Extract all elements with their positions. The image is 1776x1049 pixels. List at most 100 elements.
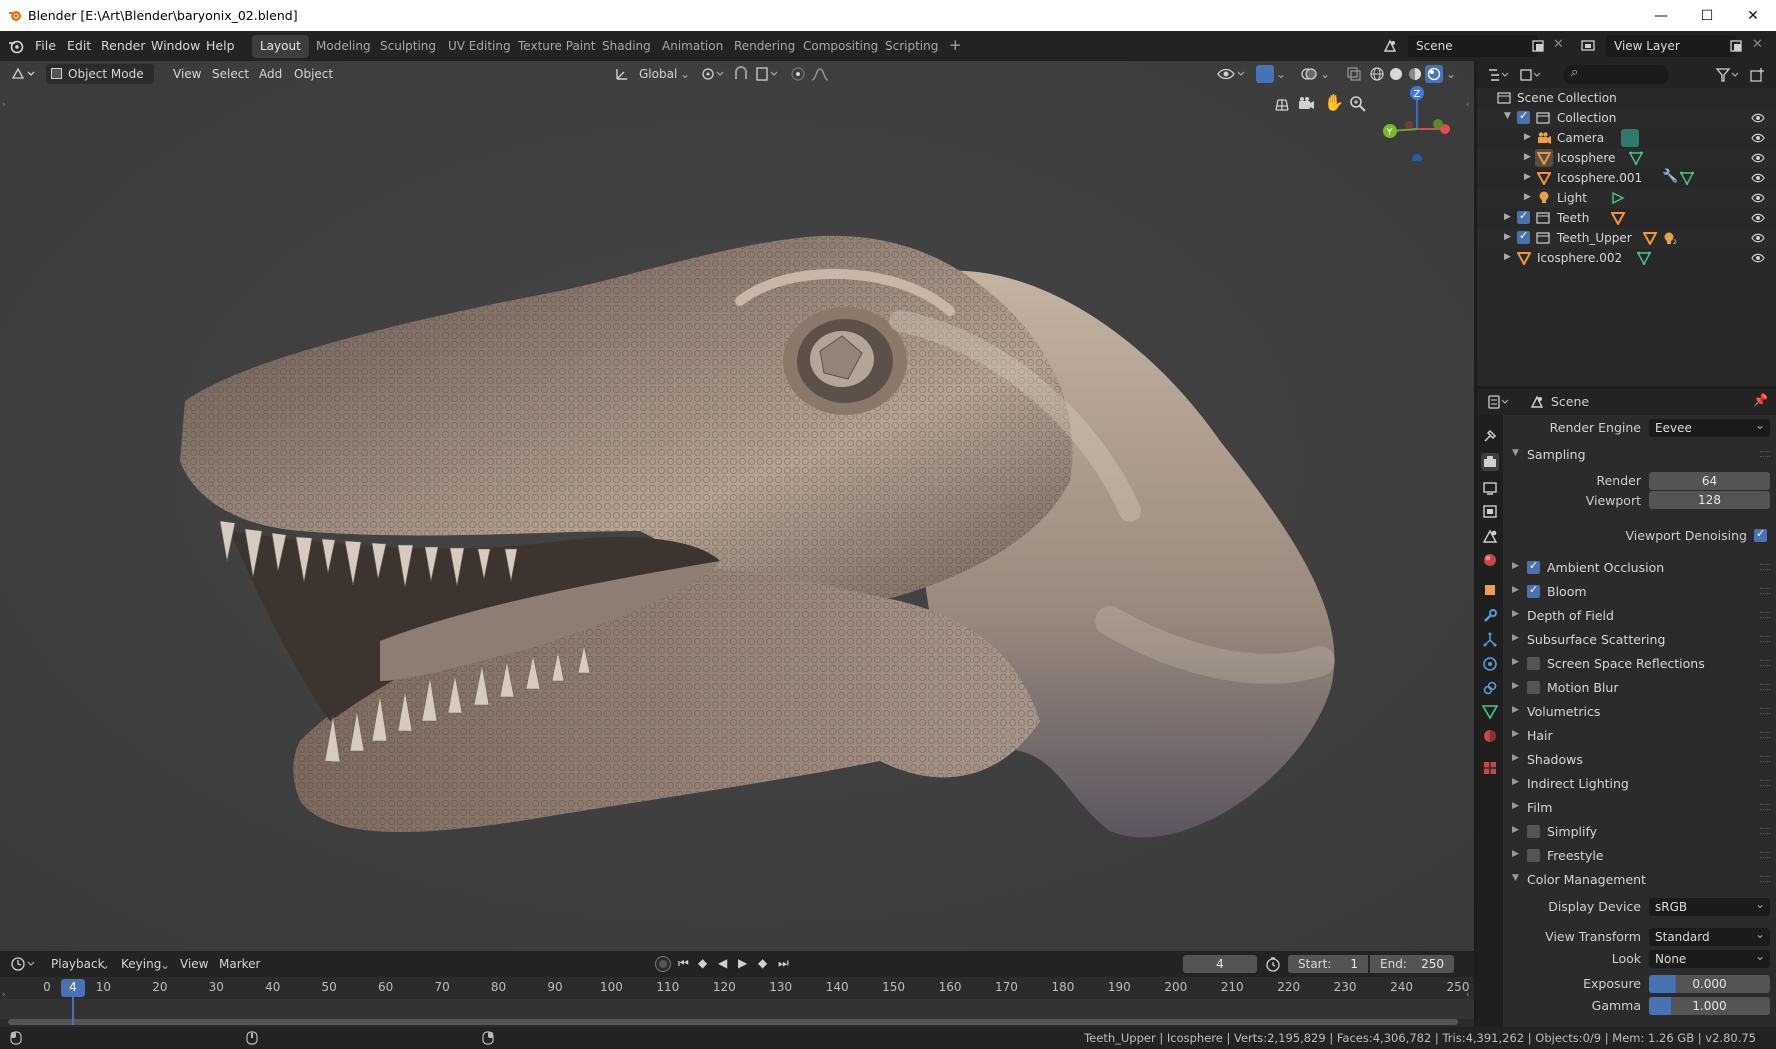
grid-view-icon[interactable]: [1272, 94, 1292, 114]
object-mode-dropdown[interactable]: Object Mode: [46, 64, 154, 84]
timeline-left-toggle-icon[interactable]: ›: [2, 990, 6, 1000]
stopwatch-icon[interactable]: [1265, 956, 1281, 972]
new-scene-icon[interactable]: [1531, 39, 1545, 53]
gamma-slider[interactable]: 1.000: [1649, 997, 1770, 1015]
output-tab-icon[interactable]: [1481, 479, 1499, 497]
panel-screen-space-reflections[interactable]: ▶ Screen Space Reflections: [1503, 652, 1776, 676]
playhead-frame-indicator[interactable]: 4: [61, 979, 85, 997]
tab-compositing[interactable]: Compositing: [795, 35, 886, 58]
tab-modeling[interactable]: Modeling: [308, 35, 379, 58]
eye-icon[interactable]: [1751, 191, 1765, 205]
texture-tab-icon[interactable]: [1481, 759, 1499, 777]
eye-icon[interactable]: [1751, 251, 1765, 265]
current-frame-field[interactable]: 4: [1183, 955, 1257, 973]
drag-handle-icon[interactable]: [1760, 732, 1770, 738]
freestyle-checkbox[interactable]: [1527, 849, 1540, 862]
eye-icon[interactable]: [1751, 151, 1765, 165]
eye-icon[interactable]: [1751, 231, 1765, 245]
outliner-row-scene-collection[interactable]: Scene Collection: [1477, 88, 1776, 108]
menu-view[interactable]: View: [166, 64, 208, 84]
timeline-right-toggle-icon[interactable]: ‹: [1466, 990, 1470, 1000]
tab-texture-paint[interactable]: Texture Paint: [510, 35, 603, 58]
menu-help[interactable]: Help: [206, 38, 235, 53]
mesh-data-icon[interactable]: [1680, 171, 1694, 185]
panel-depth-of-field[interactable]: ▶ Depth of Field: [1503, 604, 1776, 628]
pin-icon[interactable]: 📌: [1753, 393, 1768, 407]
drag-handle-icon[interactable]: [1760, 756, 1770, 762]
tab-layout[interactable]: Layout: [252, 35, 309, 58]
expand-arrow-icon[interactable]: ▶: [1524, 192, 1531, 202]
wireframe-shading-icon[interactable]: [1369, 66, 1385, 82]
tab-animation[interactable]: Animation: [654, 35, 731, 58]
expand-arrow-icon[interactable]: ▶: [1524, 132, 1531, 142]
display-mode-icon[interactable]: [1519, 67, 1543, 83]
drag-handle-icon[interactable]: [1760, 564, 1770, 570]
tab-scripting[interactable]: Scripting: [877, 35, 946, 58]
panel-film[interactable]: ▶ Film: [1503, 796, 1776, 820]
timeline-tracks[interactable]: [0, 999, 1474, 1019]
filter-icon[interactable]: [1715, 67, 1741, 83]
outliner-row-camera[interactable]: ▶ Camera: [1477, 128, 1776, 148]
timeline-scrollbar[interactable]: [8, 1019, 1458, 1025]
constraints-tab-icon[interactable]: [1481, 679, 1499, 697]
viewport-samples-field[interactable]: 128: [1649, 491, 1770, 509]
panel-indirect-lighting[interactable]: ▶ Indirect Lighting: [1503, 772, 1776, 796]
panel-motion-blur[interactable]: ▶ Motion Blur: [1503, 676, 1776, 700]
eye-icon[interactable]: [1751, 171, 1765, 185]
playhead-line[interactable]: [72, 997, 74, 1025]
outliner-row-teeth[interactable]: ▶ Teeth: [1477, 208, 1776, 228]
snap-icon[interactable]: [732, 65, 750, 83]
timeline-ruler[interactable]: 0 10 20 30 40 50 60 70 80 90 100 110 120 130 140 150 160…: [0, 977, 1474, 999]
panel-shadows[interactable]: ▶ Shadows: [1503, 748, 1776, 772]
next-keyframe-icon[interactable]: ◆: [758, 956, 767, 970]
tab-uv-editing[interactable]: UV Editing: [440, 35, 519, 58]
drag-handle-icon[interactable]: [1760, 828, 1770, 834]
menu-marker[interactable]: Marker: [212, 954, 267, 974]
render-engine-dropdown[interactable]: Eevee: [1649, 418, 1770, 437]
drag-handle-icon[interactable]: [1760, 660, 1770, 666]
navigation-gizmo[interactable]: Z Y: [1376, 81, 1456, 161]
light-child-icon[interactable]: 2: [1663, 231, 1679, 245]
prev-keyframe-icon[interactable]: ◆: [698, 956, 707, 970]
modifier-wrench-icon[interactable]: 🔧: [1662, 169, 1678, 184]
outliner-row-teeth-upper[interactable]: ▶ Teeth_Upper 2: [1477, 228, 1776, 248]
play-icon[interactable]: ▶: [738, 956, 747, 970]
minimize-button[interactable]: —: [1638, 0, 1684, 31]
drag-handle-icon[interactable]: [1760, 876, 1770, 882]
ambient-occlusion-checkbox[interactable]: [1527, 559, 1540, 574]
outliner-row-icosphere[interactable]: ▶ Icosphere: [1477, 148, 1776, 168]
delete-scene-icon[interactable]: ✕: [1553, 37, 1564, 52]
drag-handle-icon[interactable]: [1760, 708, 1770, 714]
panel-freestyle[interactable]: ▶ Freestyle: [1503, 844, 1776, 868]
3d-viewport[interactable]: Z Y ✋: [0, 61, 1474, 951]
tab-shading[interactable]: Shading: [594, 35, 659, 58]
mesh-child-icon[interactable]: [1643, 231, 1657, 245]
panel-ambient-occlusion[interactable]: ▶ Ambient Occlusion: [1503, 556, 1776, 580]
menu-timeline-view[interactable]: View: [173, 954, 215, 974]
blender-menu-icon[interactable]: [8, 38, 24, 54]
visibility-icon[interactable]: [1216, 65, 1246, 83]
eye-icon[interactable]: [1751, 131, 1765, 145]
outliner-row-icosphere-001[interactable]: ▶ Icosphere.001 🔧: [1477, 168, 1776, 188]
drag-handle-icon[interactable]: [1760, 636, 1770, 642]
jump-start-icon[interactable]: ⏮: [678, 956, 689, 971]
mesh-child-icon[interactable]: [1611, 211, 1625, 225]
physics-tab-icon[interactable]: [1481, 655, 1499, 673]
render-samples-field[interactable]: 64: [1649, 472, 1770, 490]
play-reverse-icon[interactable]: ◀: [718, 956, 727, 970]
scene-icon[interactable]: [1382, 38, 1398, 54]
exposure-slider[interactable]: 0.000: [1649, 975, 1770, 993]
xray-icon[interactable]: [1346, 66, 1362, 82]
frame-start-field[interactable]: Start: 1: [1288, 955, 1368, 973]
panel-sampling-header[interactable]: ▼ Sampling: [1503, 443, 1776, 467]
snap-target-icon[interactable]: [754, 65, 780, 83]
scene-tab-icon[interactable]: [1481, 527, 1499, 545]
eye-icon[interactable]: [1751, 211, 1765, 225]
world-tab-icon[interactable]: [1481, 551, 1499, 569]
outliner-editor-icon[interactable]: [1487, 67, 1511, 83]
light-data-icon[interactable]: [1611, 191, 1625, 205]
close-button[interactable]: ✕: [1730, 0, 1776, 31]
record-button[interactable]: [656, 957, 670, 971]
material-tab-icon[interactable]: [1481, 727, 1499, 745]
tool-tab-icon[interactable]: [1481, 427, 1499, 445]
